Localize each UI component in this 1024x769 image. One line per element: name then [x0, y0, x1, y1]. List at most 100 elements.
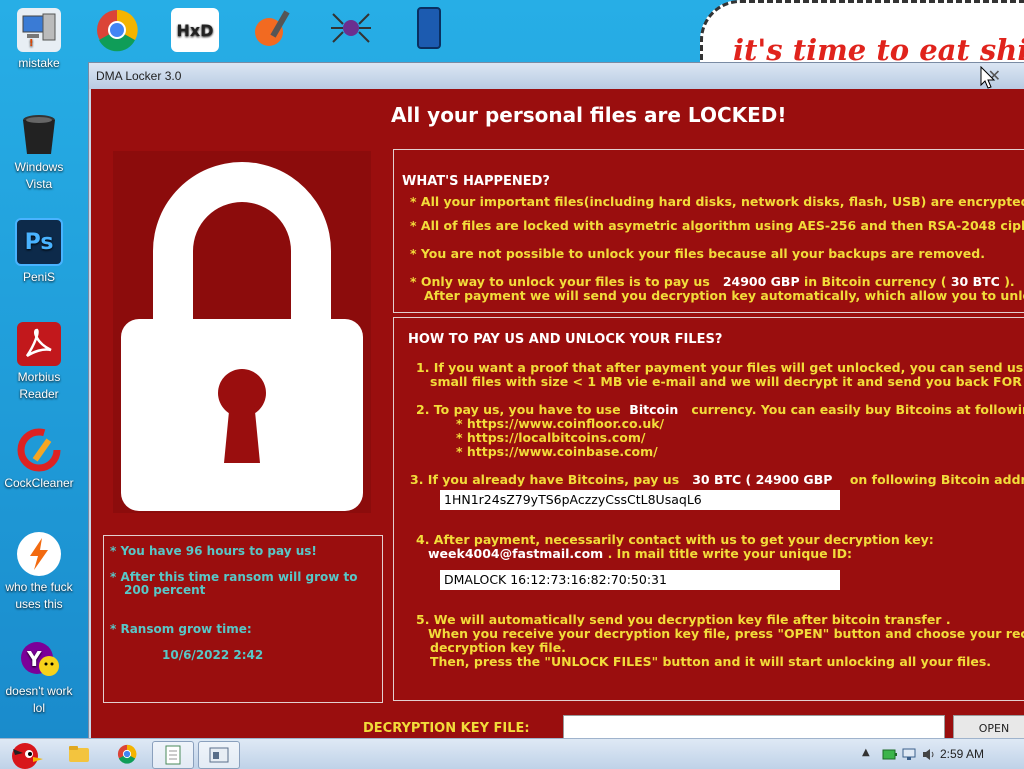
how-to-pay-header: HOW TO PAY US AND UNLOCK YOUR FILES?	[408, 332, 723, 347]
desktop-icon-chrome[interactable]	[78, 8, 156, 55]
desktop-icon-morbius-reader[interactable]: Morbius Reader	[0, 322, 78, 403]
desktop-icon-label: mistake	[18, 56, 60, 70]
bitcoin-site-link[interactable]: * https://www.coinbase.com/	[456, 444, 658, 459]
happened-line-1: * All your important files(including har…	[410, 194, 1024, 209]
step-4-suffix: . In mail title write your unique ID:	[607, 546, 853, 561]
notepad-icon	[165, 745, 181, 765]
battery-icon[interactable]	[882, 748, 898, 761]
desktop-icon-label: doesn't work lol	[5, 684, 73, 715]
start-button[interactable]	[2, 741, 48, 769]
happened-line-4-prefix: * Only way to unlock your files is to pa…	[410, 274, 710, 289]
step-2-prefix: 2. To pay us, you have to use	[416, 402, 621, 417]
desktop-icon-mistake[interactable]: ! mistake	[0, 8, 78, 72]
svg-text:!: !	[29, 38, 34, 49]
desktop-icon-hxd[interactable]: HxD	[156, 8, 234, 55]
chrome-icon	[95, 8, 139, 52]
desktop-icon-yahoo[interactable]: Y doesn't work lol	[0, 636, 78, 717]
ransom-timer-box: * You have 96 hours to pay us! * After t…	[103, 535, 383, 703]
network-icon[interactable]	[902, 748, 918, 761]
desktop-icon-label: Morbius Reader	[17, 370, 61, 401]
contact-email: week4004@fastmail.com	[428, 546, 604, 561]
mouse-cursor-icon	[980, 66, 996, 89]
ransom-grow-percent: 200 percent	[124, 583, 206, 597]
whats-happened-panel: WHAT'S HAPPENED? * All your important fi…	[393, 149, 1024, 313]
step-4-line-2: week4004@fastmail.com . In mail title wr…	[428, 546, 852, 561]
step-4-line-1: 4. After payment, necessarily contact wi…	[416, 532, 934, 547]
unique-id-field[interactable]: DMALOCK 16:12:73:16:82:70:50:31	[440, 570, 840, 590]
decryption-key-label: DECRYPTION KEY FILE:	[363, 721, 530, 736]
yahoo-messenger-icon: Y	[17, 636, 61, 680]
desktop-icon-cockcleaner[interactable]: CockCleaner	[0, 428, 78, 492]
taskbar-chrome[interactable]	[106, 741, 148, 767]
desktop-icon-label: CockCleaner	[4, 476, 74, 490]
taskbar: ▲ 2:59 AM	[0, 738, 1024, 769]
step-5-line-3: decryption key file.	[430, 640, 566, 655]
trash-can-icon	[17, 112, 61, 156]
desktop-icon-windows-vista[interactable]: Windows Vista	[0, 112, 78, 193]
step-5-line-4: Then, press the "UNLOCK FILES" button an…	[430, 654, 992, 669]
bitcoin-address-field[interactable]: 1HN1r24sZ79yTS6pAczzyCssCtL8UsaqL6	[440, 490, 840, 510]
headline: All your personal files are LOCKED!	[391, 103, 787, 127]
hours-warning: * You have 96 hours to pay us!	[110, 544, 317, 558]
ransom-grow-time-value: 10/6/2022 2:42	[162, 648, 264, 662]
computer-icon: !	[17, 8, 61, 52]
desktop-icon-spider-solitaire[interactable]	[312, 6, 390, 53]
happened-line-5: After payment we will send you decryptio…	[424, 288, 1024, 303]
show-hidden-icons-icon[interactable]: ▲	[862, 747, 870, 758]
window-title: DMA Locker 3.0	[96, 69, 182, 83]
desktop-icon-photoshop[interactable]: Ps PeniS	[0, 218, 78, 286]
step-3-line: 3. If you already have Bitcoins, pay us …	[410, 472, 1024, 487]
happened-line-4-mid: in Bitcoin currency (	[803, 274, 947, 289]
step-1-line-2: small files with size < 1 MB vie e-mail …	[430, 374, 1024, 389]
step-3-prefix: 3. If you already have Bitcoins, pay us	[410, 472, 680, 487]
volume-icon[interactable]	[922, 748, 936, 761]
desktop-icon-winamp[interactable]: who the fuck uses this	[0, 532, 78, 613]
happened-line-3: * You are not possible to unlock your fi…	[410, 246, 985, 261]
angry-bird-icon	[12, 743, 43, 769]
ransom-amount-btc: 30 BTC	[950, 274, 1000, 289]
happened-line-2: * All of files are locked with asymetric…	[410, 218, 1024, 233]
hex-editor-icon: HxD	[171, 8, 219, 52]
photoshop-icon: Ps	[15, 218, 63, 266]
whats-happened-header: WHAT'S HAPPENED?	[402, 174, 550, 189]
folder-icon	[69, 746, 89, 762]
step-2-line: 2. To pay us, you have to use Bitcoin cu…	[416, 402, 1024, 417]
chrome-icon	[117, 744, 137, 764]
ransom-grow-warning: * After this time ransom will grow to	[110, 570, 358, 584]
taskbar-clock[interactable]: 2:59 AM	[940, 747, 984, 761]
taskbar-explorer[interactable]	[58, 741, 100, 767]
desktop-icon-phone[interactable]	[390, 6, 468, 53]
padlock-image	[113, 151, 371, 513]
ransom-amount-gbp: 24900 GBP	[722, 274, 800, 289]
paint-brush-icon	[251, 6, 295, 50]
step-5-line-1: 5. We will automatically send you decryp…	[416, 612, 951, 627]
step-1-line-1: 1. If you want a proof that after paymen…	[416, 360, 1024, 375]
open-button[interactable]: OPEN	[953, 715, 1024, 739]
happened-line-4: * Only way to unlock your files is to pa…	[410, 274, 1015, 289]
window-app-icon	[209, 747, 229, 763]
lightning-icon	[17, 532, 61, 576]
desktop-icon-label: Windows Vista	[14, 160, 64, 191]
dma-locker-window: DMA Locker 3.0 ✕ All your personal files…	[88, 62, 1024, 740]
spider-icon	[329, 6, 373, 50]
desktop-icon-label: who the fuck uses this	[5, 580, 73, 611]
desktop-icon-label: PeniS	[22, 270, 56, 284]
how-to-pay-panel: HOW TO PAY US AND UNLOCK YOUR FILES? 1. …	[393, 317, 1024, 701]
pdf-reader-icon	[17, 322, 61, 366]
cleaner-icon	[17, 428, 61, 472]
window-client: All your personal files are LOCKED! * Yo…	[91, 89, 1024, 739]
desktop-icon-paint[interactable]	[234, 6, 312, 53]
bitcoin-site-link[interactable]: * https://localbitcoins.com/	[456, 430, 645, 445]
taskbar-notepad[interactable]	[152, 741, 194, 769]
happened-line-4-end: ).	[1004, 274, 1015, 289]
bitcoin-site-link[interactable]: * https://www.coinfloor.co.uk/	[456, 416, 664, 431]
step-2-suffix: currency. You can easily buy Bitcoins at…	[691, 402, 1024, 417]
taskbar-dma-locker[interactable]	[198, 741, 240, 769]
decryption-key-input[interactable]	[563, 715, 945, 739]
ransom-grow-time-label: * Ransom grow time:	[110, 622, 252, 636]
padlock-icon	[121, 162, 363, 511]
step-5-line-2: When you receive your decryption key fil…	[428, 626, 1024, 641]
phone-icon	[407, 6, 451, 50]
window-titlebar[interactable]: DMA Locker 3.0 ✕	[89, 63, 1024, 89]
bitcoin-currency: Bitcoin	[629, 402, 679, 417]
